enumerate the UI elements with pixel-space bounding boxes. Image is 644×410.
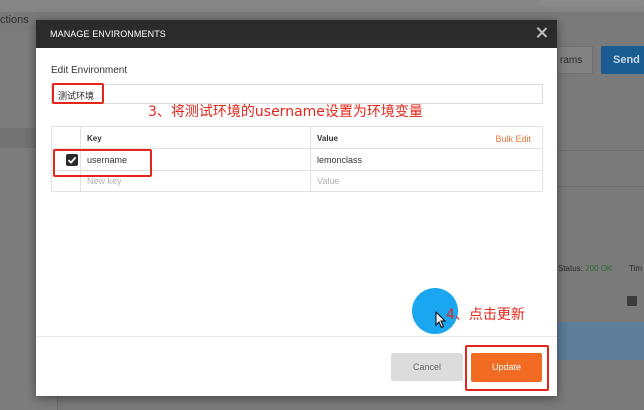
value-cell[interactable]: lemonclass (311, 149, 542, 170)
new-value-placeholder: Value (317, 176, 340, 186)
header-checkbox-cell (52, 127, 81, 148)
send-button[interactable]: Send (601, 46, 644, 74)
env-name-highlight (52, 83, 104, 104)
response-body-highlight (557, 322, 644, 360)
header-value-cell: Value Bulk Edit (311, 127, 542, 148)
cancel-button[interactable]: Cancel (391, 353, 463, 381)
params-button[interactable]: rams (557, 46, 593, 74)
status-label: Status: (558, 264, 583, 273)
tab-collections-label: ctions (0, 14, 29, 26)
bulk-edit-link[interactable]: Bulk Edit (495, 134, 531, 144)
table-header: Key Value Bulk Edit (52, 127, 542, 149)
response-status: Status: 200 OK (558, 264, 612, 273)
divider (557, 150, 644, 151)
new-value-input[interactable]: Value (311, 171, 542, 191)
close-icon[interactable] (536, 26, 548, 38)
footer-divider (36, 336, 557, 337)
edit-environment-label: Edit Environment (51, 65, 128, 76)
tab-collections[interactable]: ctions (0, 12, 36, 30)
sidebar-item[interactable] (0, 128, 36, 148)
update-highlight (465, 345, 549, 391)
status-badge: 200 OK (585, 264, 613, 273)
header-key-cell: Key (81, 127, 311, 148)
divider (557, 186, 644, 187)
response-time: Tim (629, 264, 643, 273)
annotation-step3: 3、将测试环境的username设置为环境变量 (148, 104, 423, 120)
copy-icon[interactable] (627, 296, 637, 306)
search-bar[interactable] (538, 0, 644, 6)
username-highlight (53, 149, 152, 177)
modal-header: MANAGE ENVIRONMENTS (36, 20, 557, 48)
new-key-placeholder: New key (87, 176, 122, 186)
column-header-key: Key (87, 134, 102, 143)
modal-title: MANAGE ENVIRONMENTS (50, 29, 166, 39)
params-button-label: rams (560, 55, 583, 66)
annotation-step4: 4、点击更新 (446, 307, 525, 323)
variable-value: lemonclass (317, 155, 363, 165)
column-header-value: Value (317, 134, 338, 143)
send-button-label: Send (613, 54, 640, 66)
manage-environments-modal: MANAGE ENVIRONMENTS Edit Environment 测试环… (36, 20, 557, 396)
